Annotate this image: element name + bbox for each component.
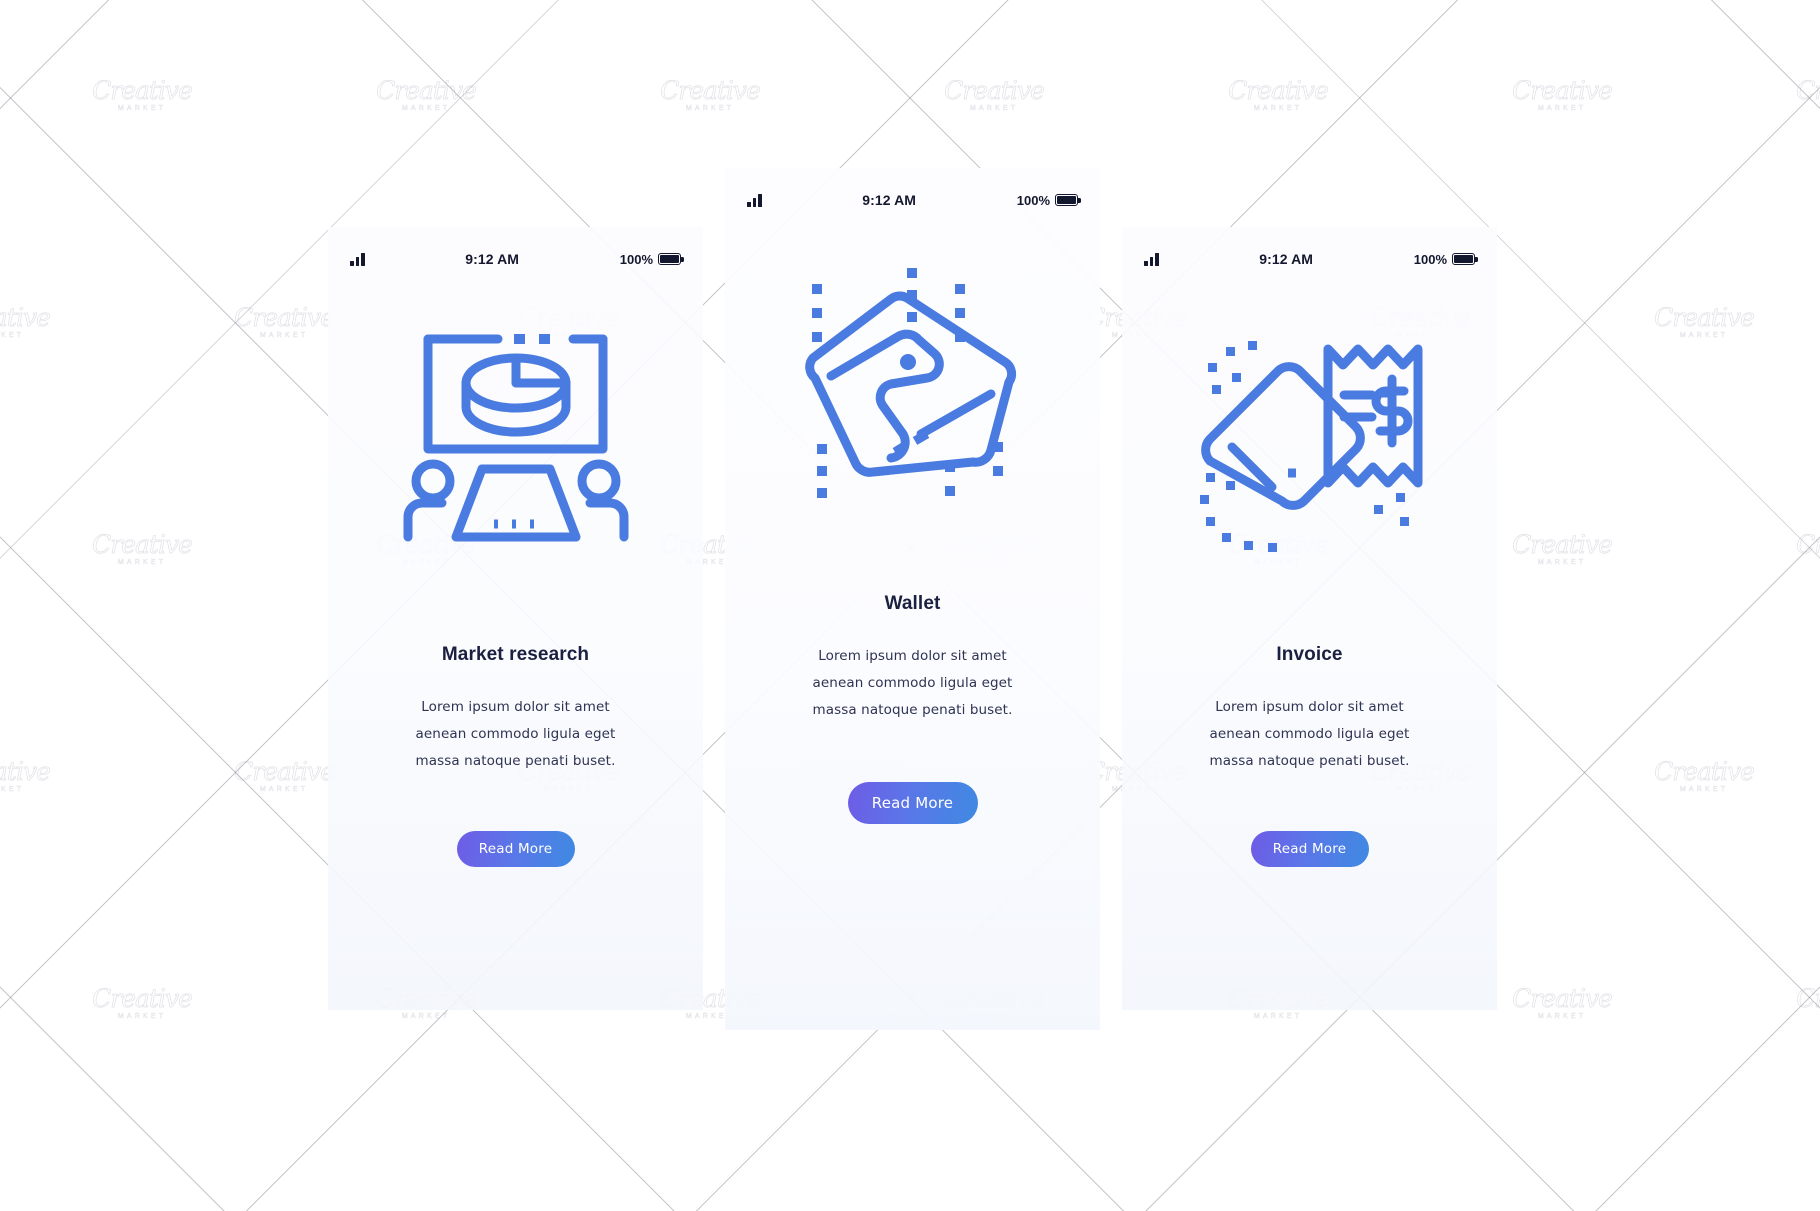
status-bar-time: 9:12 AM: [1259, 251, 1314, 267]
signal-bars-icon: [350, 252, 365, 266]
watermark-logo: CreativeMARKET: [0, 757, 51, 794]
read-more-button[interactable]: Read More: [456, 831, 575, 867]
signal-bars-icon: [747, 193, 762, 207]
watermark-logo: CreativeMARKET: [1654, 757, 1755, 794]
watermark-logo: CreativeMARKET: [1796, 984, 1820, 1013]
card-body-text: Lorem ipsum dolor sit amet aenean commod…: [1209, 699, 1410, 769]
card-title: Invoice: [1276, 644, 1343, 665]
watermark-logo: CreativeMARKET: [1512, 984, 1613, 1021]
onboarding-card-invoice: 9:12 AM 100% Invoice Lorem ipsum dolor s…: [1122, 227, 1497, 1010]
card-body-text: Lorem ipsum dolor sit amet aenean commod…: [415, 699, 616, 769]
status-bar-battery-group: 100%: [619, 251, 684, 267]
status-bar-time: 9:12 AM: [862, 192, 917, 208]
status-bar: 9:12 AM 100%: [328, 239, 703, 279]
credit-card-receipt-dollar-icon: [1192, 321, 1427, 556]
battery-percent-label: 100%: [1413, 251, 1447, 267]
watermark-logo: CreativeMARKET: [376, 76, 477, 113]
read-more-button[interactable]: Read More: [1250, 831, 1369, 867]
watermark-logo: CreativeMARKET: [1512, 530, 1613, 567]
watermark-logo: CreativeMARKET: [92, 530, 193, 567]
watermark-logo: CreativeMARKET: [1796, 76, 1820, 105]
card-title: Market research: [441, 644, 590, 665]
screenshot-canvas: Creative MARKET Creative MARKET Creative MARK…: [0, 0, 1820, 1211]
battery-full-icon: [1055, 194, 1081, 206]
battery-full-icon: [658, 253, 684, 265]
battery-percent-label: 100%: [619, 251, 653, 267]
read-more-button[interactable]: Read More: [847, 782, 978, 824]
onboarding-card-wallet: 9:12 AM 100% Wallet Lorem ipsum dolor si…: [725, 168, 1100, 1030]
signal-bars-icon: [1144, 252, 1159, 266]
status-bar: 9:12 AM 100%: [725, 180, 1100, 220]
watermark-logo: CreativeMARKET: [92, 984, 193, 1021]
wallet-icon: [795, 266, 1030, 501]
presentation-pie-chart-meeting-icon: [398, 321, 633, 556]
status-bar-battery-group: 100%: [1413, 251, 1478, 267]
watermark-logo: CreativeMARKET: [1512, 76, 1613, 113]
watermark-logo: CreativeMARKET: [1796, 530, 1820, 559]
watermark-logo: CreativeMARKET: [1654, 303, 1755, 340]
battery-percent-label: 100%: [1016, 192, 1050, 208]
status-bar: 9:12 AM 100%: [1122, 239, 1497, 279]
onboarding-card-market-research: 9:12 AM 100% Market research Lorem ipsum…: [328, 227, 703, 1010]
battery-full-icon: [1452, 253, 1478, 265]
watermark-logo: CreativeMARKET: [0, 303, 51, 340]
status-bar-time: 9:12 AM: [465, 251, 520, 267]
card-body-text: Lorem ipsum dolor sit amet aenean commod…: [812, 648, 1013, 718]
status-bar-battery-group: 100%: [1016, 192, 1081, 208]
watermark-logo: CreativeMARKET: [234, 303, 335, 340]
watermark-logo: CreativeMARKET: [1228, 76, 1329, 113]
watermark-logo: CreativeMARKET: [944, 76, 1045, 113]
watermark-logo: CreativeMARKET: [92, 76, 193, 113]
watermark-logo: CreativeMARKET: [660, 76, 761, 113]
watermark-logo: CreativeMARKET: [234, 757, 335, 794]
card-title: Wallet: [884, 593, 941, 614]
